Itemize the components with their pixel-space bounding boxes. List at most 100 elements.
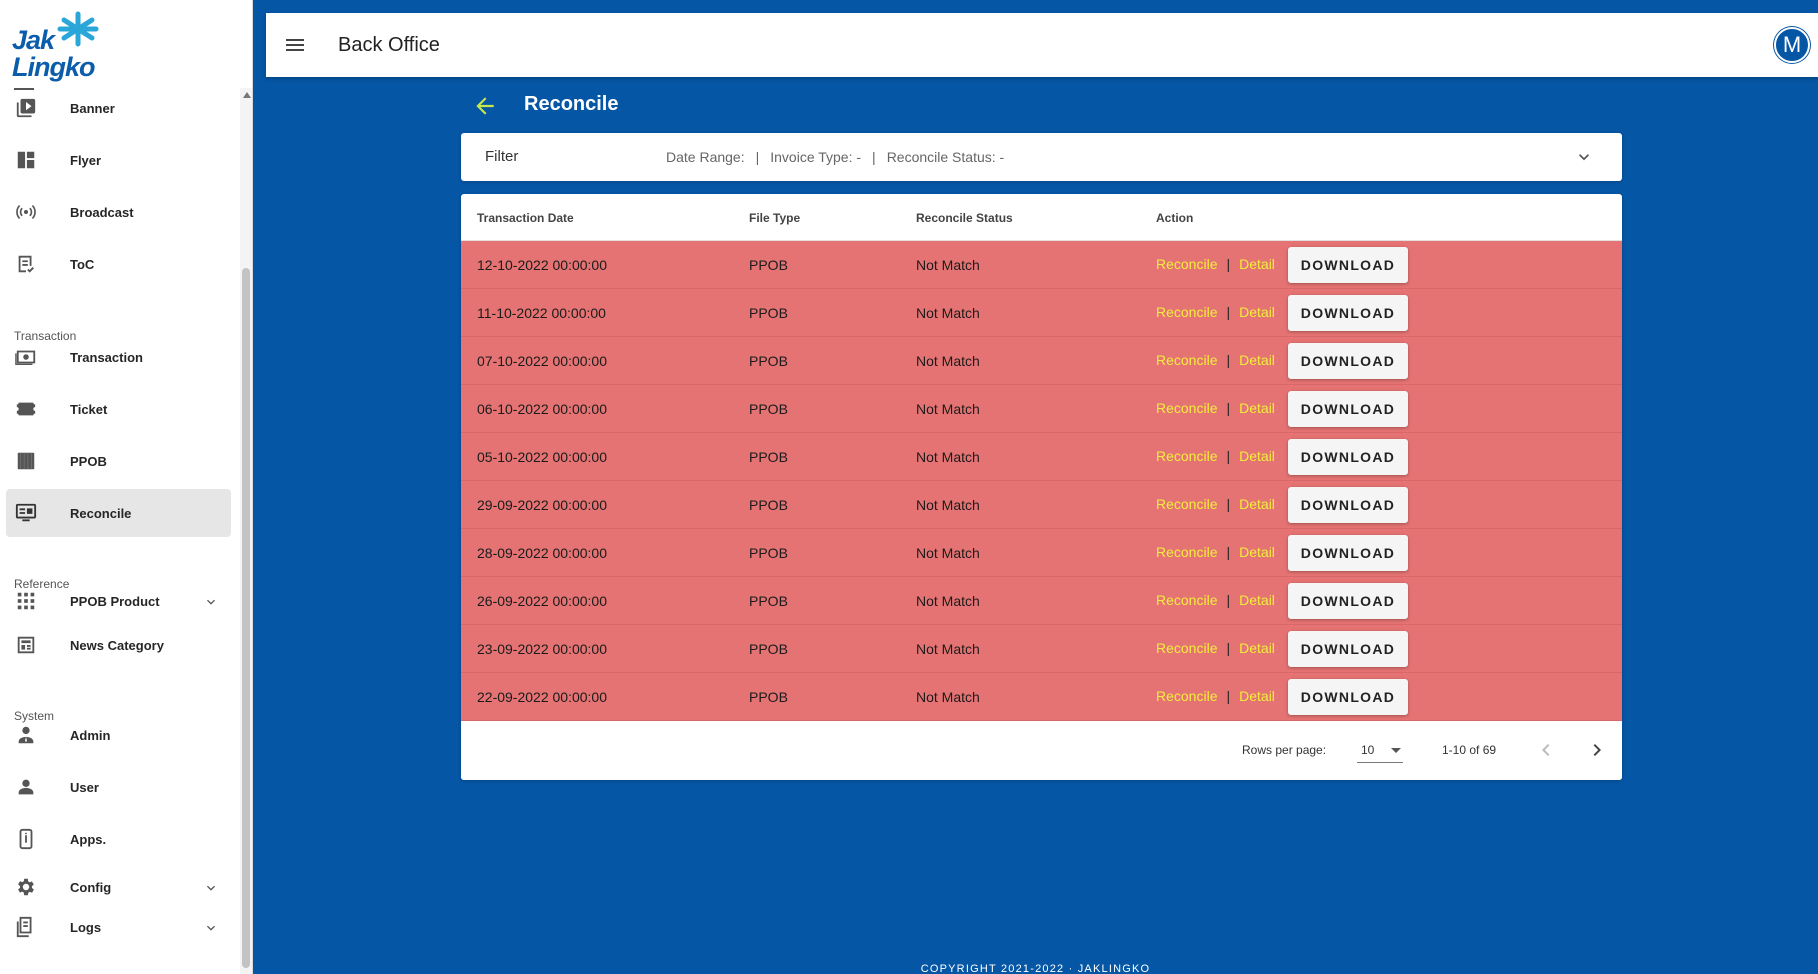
reconcile-link[interactable]: Reconcile	[1156, 448, 1217, 464]
download-button[interactable]: DOWNLOAD	[1288, 439, 1408, 475]
sidebar-item-label: PPOB	[70, 453, 107, 469]
cell-transaction-date: 23-09-2022 00:00:00	[477, 641, 607, 657]
cell-file-type: PPOB	[749, 257, 788, 273]
download-button[interactable]: DOWNLOAD	[1288, 631, 1408, 667]
filter-panel[interactable]: Filter Date Range: | Invoice Type: - | Recon…	[461, 133, 1622, 181]
table-row: 11-10-2022 00:00:00 PPOB Not Match Reconcil…	[461, 289, 1622, 337]
logs-icon	[14, 915, 38, 939]
reconcile-link[interactable]: Reconcile	[1156, 496, 1217, 512]
sidebar-item-admin[interactable]: Admin	[6, 711, 231, 759]
chevron-down-icon[interactable]	[203, 880, 219, 896]
sidebar-item-reconcile[interactable]: Reconcile	[6, 489, 231, 537]
sidebar-item-ppob-product[interactable]: PPOB Product	[6, 577, 231, 625]
sidebar-scrollbar[interactable]	[240, 88, 252, 974]
reconcile-link[interactable]: Reconcile	[1156, 688, 1217, 704]
detail-link[interactable]: Detail	[1239, 352, 1275, 368]
flyer-icon	[14, 148, 38, 172]
detail-link[interactable]: Detail	[1239, 544, 1275, 560]
cell-reconcile-status: Not Match	[916, 497, 980, 513]
apps-icon	[14, 827, 38, 851]
sidebar-item-flyer[interactable]: Flyer	[6, 136, 231, 184]
sidebar-item-logs[interactable]: Logs	[6, 903, 231, 951]
detail-link[interactable]: Detail	[1239, 448, 1275, 464]
sidebar-item-ppob[interactable]: PPOB	[6, 437, 231, 485]
download-button[interactable]: DOWNLOAD	[1288, 343, 1408, 379]
ppob-icon	[14, 449, 38, 473]
cell-transaction-date: 12-10-2022 00:00:00	[477, 257, 607, 273]
chevron-down-icon[interactable]	[203, 920, 219, 936]
download-button[interactable]: DOWNLOAD	[1288, 535, 1408, 571]
sidebar-item-banner[interactable]: Banner	[6, 84, 231, 132]
table-row: 06-10-2022 00:00:00 PPOB Not Match Reconcil…	[461, 385, 1622, 433]
table-row: 07-10-2022 00:00:00 PPOB Not Match Reconcil…	[461, 337, 1622, 385]
table-header: Transaction Date File Type Reconcile Sta…	[461, 194, 1622, 241]
detail-link[interactable]: Detail	[1239, 640, 1275, 656]
cell-reconcile-status: Not Match	[916, 449, 980, 465]
sidebar-item-broadcast[interactable]: Broadcast	[6, 188, 231, 236]
cell-transaction-date: 26-09-2022 00:00:00	[477, 593, 607, 609]
sidebar-item-news-category[interactable]: News Category	[6, 621, 231, 669]
detail-link[interactable]: Detail	[1239, 256, 1275, 272]
sidebar-item-label: ToC	[70, 256, 95, 272]
column-header-file-type[interactable]: File Type	[749, 211, 800, 225]
cell-file-type: PPOB	[749, 497, 788, 513]
hamburger-menu-icon[interactable]	[283, 33, 307, 57]
sidebar-item-transaction[interactable]: Transaction	[6, 333, 231, 381]
sidebar-item-apps[interactable]: Apps.	[6, 815, 231, 863]
column-header-transaction-date[interactable]: Transaction Date	[477, 211, 574, 225]
sidebar-item-toc[interactable]: ToC	[6, 240, 231, 288]
reconcile-link[interactable]: Reconcile	[1156, 304, 1217, 320]
pagination-range: 1-10 of 69	[1442, 743, 1497, 757]
cell-file-type: PPOB	[749, 545, 788, 561]
chevron-down-icon[interactable]	[203, 594, 219, 610]
sidebar-item-label: Admin	[70, 727, 111, 743]
cell-file-type: PPOB	[749, 689, 788, 705]
table-row: 05-10-2022 00:00:00 PPOB Not Match Reconcil…	[461, 433, 1622, 481]
column-header-reconcile-status[interactable]: Reconcile Status	[916, 211, 1013, 225]
scrollbar-thumb[interactable]	[242, 268, 250, 968]
sidebar-item-user[interactable]: User	[6, 763, 231, 811]
detail-link[interactable]: Detail	[1239, 688, 1275, 704]
action-separator: |	[1226, 400, 1231, 416]
sidebar-item-ticket[interactable]: Ticket	[6, 385, 231, 433]
reconcile-link[interactable]: Reconcile	[1156, 400, 1217, 416]
reconcile-link[interactable]: Reconcile	[1156, 256, 1217, 272]
toc-icon	[14, 252, 38, 276]
cell-transaction-date: 29-09-2022 00:00:00	[477, 497, 607, 513]
reconcile-link[interactable]: Reconcile	[1156, 592, 1217, 608]
detail-link[interactable]: Detail	[1239, 592, 1275, 608]
cell-file-type: PPOB	[749, 401, 788, 417]
filter-separator: |	[872, 149, 876, 165]
download-button[interactable]: DOWNLOAD	[1288, 679, 1408, 715]
back-arrow-icon[interactable]	[472, 93, 498, 119]
scroll-up-arrow-icon[interactable]	[243, 92, 251, 98]
detail-link[interactable]: Detail	[1239, 304, 1275, 320]
expand-chevron-down-icon[interactable]	[1574, 147, 1594, 167]
next-page-chevron-icon[interactable]	[1585, 738, 1609, 762]
action-separator: |	[1226, 256, 1231, 272]
download-button[interactable]: DOWNLOAD	[1288, 583, 1408, 619]
reconcile-link[interactable]: Reconcile	[1156, 640, 1217, 656]
reconcile-link[interactable]: Reconcile	[1156, 352, 1217, 368]
cell-file-type: PPOB	[749, 449, 788, 465]
table-row: 22-09-2022 00:00:00 PPOB Not Match Reconcil…	[461, 673, 1622, 721]
download-button[interactable]: DOWNLOAD	[1288, 295, 1408, 331]
jaklingko-logo[interactable]: Jak Lingko	[10, 8, 102, 82]
detail-link[interactable]: Detail	[1239, 400, 1275, 416]
cell-actions: Reconcile | Detail	[1156, 544, 1275, 560]
sidebar: Jak Lingko Banner Flyer Broadcast ToC Transa…	[0, 0, 253, 974]
detail-link[interactable]: Detail	[1239, 496, 1275, 512]
cell-actions: Reconcile | Detail	[1156, 592, 1275, 608]
download-button[interactable]: DOWNLOAD	[1288, 391, 1408, 427]
rows-per-page-select[interactable]: 10	[1357, 737, 1403, 763]
broadcast-icon	[14, 200, 38, 224]
user-avatar[interactable]: M	[1774, 27, 1810, 63]
reconcile-link[interactable]: Reconcile	[1156, 544, 1217, 560]
download-button[interactable]: DOWNLOAD	[1288, 247, 1408, 283]
action-separator: |	[1226, 304, 1231, 320]
rows-per-page-label: Rows per page:	[1242, 743, 1327, 757]
cell-actions: Reconcile | Detail	[1156, 352, 1275, 368]
download-button[interactable]: DOWNLOAD	[1288, 487, 1408, 523]
prev-page-chevron-icon[interactable]	[1534, 738, 1558, 762]
sidebar-item-label: User	[70, 779, 99, 795]
